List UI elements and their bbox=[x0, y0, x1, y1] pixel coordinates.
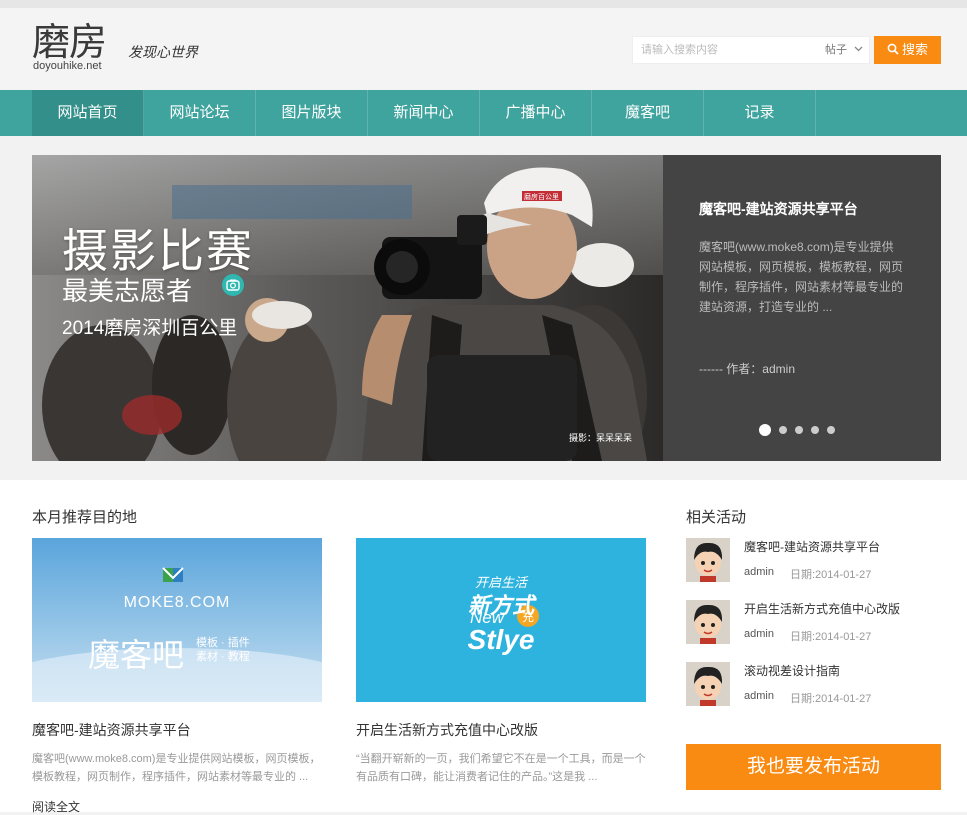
activity-author: admin bbox=[744, 566, 774, 578]
slider-dot-5[interactable] bbox=[827, 426, 835, 434]
activity-item[interactable]: 滚动视差设计指南 admin 日期:2014-01-27 bbox=[686, 662, 946, 710]
avatar bbox=[686, 662, 730, 706]
nav-item-moke[interactable]: 魔客吧 bbox=[592, 90, 704, 136]
recommend-card[interactable]: 开启生活 新方式 New 充 Stlye 开启生活新方式充值中心改版 “当翻开崭… bbox=[356, 538, 646, 786]
search-type-select[interactable]: 帖子 bbox=[825, 37, 863, 63]
nav-item-records[interactable]: 记录 bbox=[704, 90, 816, 136]
search-input[interactable] bbox=[633, 37, 829, 63]
read-more-link[interactable]: 阅读全文 bbox=[32, 798, 80, 815]
nav-item-forum[interactable]: 网站论坛 bbox=[144, 90, 256, 136]
avatar bbox=[686, 600, 730, 644]
activity-item[interactable]: 开启生活新方式充值中心改版 admin 日期:2014-01-27 bbox=[686, 600, 946, 648]
activity-author: admin bbox=[744, 628, 774, 640]
nav-item-broadcast[interactable]: 广播中心 bbox=[480, 90, 592, 136]
main-nav: 网站首页 网站论坛 图片版块 新闻中心 广播中心 魔客吧 记录 bbox=[0, 90, 967, 136]
card-title[interactable]: 魔客吧-建站资源共享平台 bbox=[32, 720, 322, 740]
content-area: 本月推荐目的地 MOKE8.COM 魔客吧 模板 · 插件 素材 · 教程 魔客… bbox=[0, 480, 967, 815]
banner-subtitle: 最美志愿者 bbox=[62, 276, 193, 306]
logo-domain: doyouhike.net bbox=[33, 60, 102, 72]
slogan: 发现心世界 bbox=[128, 45, 198, 61]
card-brand: MOKE8.COM bbox=[123, 594, 231, 611]
photo-credit: 摄影：呆呆呆呆 bbox=[569, 433, 633, 443]
card-badge: 充 bbox=[522, 610, 535, 624]
post-activity-button[interactable]: 我也要发布活动 bbox=[686, 744, 941, 790]
banner-photo: 磨房百公里 bbox=[32, 155, 663, 461]
slide-title[interactable]: 魔客吧-建站资源共享平台 bbox=[699, 199, 858, 219]
search-box: 帖子 bbox=[632, 36, 870, 64]
card-tagline-2: 素材 · 教程 bbox=[196, 651, 250, 663]
activity-item[interactable]: 魔客吧-建站资源共享平台 admin 日期:2014-01-27 bbox=[686, 538, 946, 586]
banner-slide[interactable]: 磨房百公里 摄影比赛 最美志愿者 2014磨房深圳百公里 摄影：呆呆呆呆 bbox=[32, 155, 663, 461]
site-header: 磨房 doyouhike.net 发现心世界 帖子 搜索 bbox=[0, 8, 967, 90]
activity-date: 日期:2014-01-27 bbox=[790, 569, 872, 581]
slider-dot-3[interactable] bbox=[795, 426, 803, 434]
card-tagline: 模板 · 插件 素材 · 教程 bbox=[196, 636, 250, 664]
cap-text: 磨房百公里 bbox=[524, 192, 559, 201]
logo[interactable]: 磨房 bbox=[32, 22, 107, 62]
nav-item-photos[interactable]: 图片版块 bbox=[256, 90, 368, 136]
slide-description: 魔客吧(www.moke8.com)是专业提供网站模板，网页模板，模板教程，网页… bbox=[699, 240, 904, 314]
recommend-card[interactable]: MOKE8.COM 魔客吧 模板 · 插件 素材 · 教程 魔客吧-建站资源共享… bbox=[32, 538, 322, 786]
slider-dots bbox=[759, 421, 843, 439]
activity-title[interactable]: 滚动视差设计指南 bbox=[744, 662, 840, 679]
card-brand-cn: 魔客吧 bbox=[88, 637, 185, 673]
moke-logo-icon bbox=[162, 567, 184, 582]
card-line4: Stlye bbox=[467, 624, 535, 655]
activity-date: 日期:2014-01-27 bbox=[790, 631, 872, 643]
camera-icon bbox=[222, 274, 244, 296]
card-description: “当翻开崭新的一页，我们希望它不在是一个工具，而是一个有品质有口碑，能让消费者记… bbox=[356, 753, 646, 783]
card-image[interactable]: MOKE8.COM 魔客吧 模板 · 插件 素材 · 教程 bbox=[32, 538, 322, 702]
slide-info-panel: 魔客吧-建站资源共享平台 魔客吧(www.moke8.com)是专业提供网站模板… bbox=[663, 155, 941, 461]
slider-dot-1[interactable] bbox=[759, 424, 771, 436]
top-strip bbox=[0, 0, 967, 8]
banner-event: 2014磨房深圳百公里 bbox=[62, 318, 238, 339]
activity-author: admin bbox=[744, 690, 774, 702]
activity-date: 日期:2014-01-27 bbox=[790, 693, 872, 705]
avatar bbox=[686, 538, 730, 582]
slider-dot-2[interactable] bbox=[779, 426, 787, 434]
card-description: 魔客吧(www.moke8.com)是专业提供网站模板，网页模板，模板教程，网页… bbox=[32, 753, 321, 783]
chevron-down-icon bbox=[854, 46, 863, 52]
activity-title[interactable]: 魔客吧-建站资源共享平台 bbox=[744, 538, 880, 555]
search-type-label: 帖子 bbox=[825, 44, 847, 56]
activity-title[interactable]: 开启生活新方式充值中心改版 bbox=[744, 600, 900, 617]
nav-item-home[interactable]: 网站首页 bbox=[32, 90, 144, 136]
search-button[interactable]: 搜索 bbox=[874, 36, 941, 64]
card-tagline-1: 模板 · 插件 bbox=[196, 637, 250, 649]
activities-section-title: 相关活动 bbox=[686, 509, 747, 526]
slide-author: ------ 作者：admin bbox=[699, 362, 795, 376]
card-image[interactable]: 开启生活 新方式 New 充 Stlye bbox=[356, 538, 646, 702]
recommend-section-title: 本月推荐目的地 bbox=[32, 509, 138, 526]
card-title[interactable]: 开启生活新方式充值中心改版 bbox=[356, 720, 646, 740]
search-icon bbox=[887, 43, 899, 55]
slider-dot-4[interactable] bbox=[811, 426, 819, 434]
nav-item-news[interactable]: 新闻中心 bbox=[368, 90, 480, 136]
search-button-label: 搜索 bbox=[901, 42, 928, 57]
